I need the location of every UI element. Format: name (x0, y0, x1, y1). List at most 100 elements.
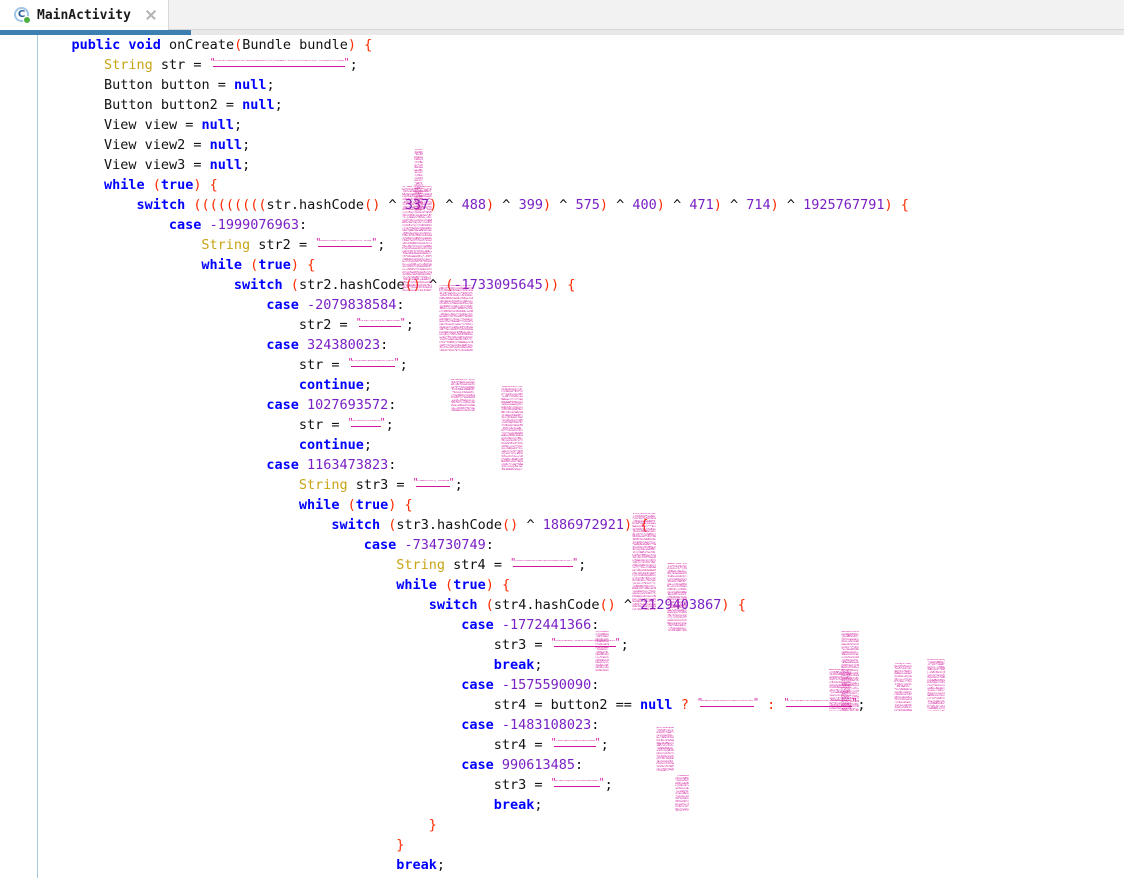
token-op (478, 597, 486, 613)
token-num: 324380023 (307, 337, 381, 353)
token-op: ; (399, 357, 408, 373)
code-line[interactable]: 344while (true) { (39, 175, 1124, 195)
code-line[interactable]: 340Button button2 = null; (39, 95, 1124, 115)
token-num: 575 (575, 197, 600, 213)
code-text: str = "2|0ɢ|ᴍᴄᴜᴩ&~ғ$8ᴅǫᴏ4>ᴇʜᴇʏғᴇ/|ᴛ&\ᴜᴢ4… (299, 355, 408, 375)
code-text: str3 = " <4>ɴ|9=ɴᴀɢɢᴏᴢ|\ᴠᴀᴛɴ=ᴅʏ~ᴛxx$6ᴅ3ᴡᴅ… (494, 635, 629, 655)
code-line[interactable]: 339Button button = null; (39, 75, 1124, 95)
token-id: Button button = (103, 77, 234, 93)
token-op: ; (857, 697, 866, 713)
token-typ: String (298, 477, 348, 493)
code-line[interactable]: 349switch (str2.hashCode() ^ (-173309564… (39, 275, 1124, 295)
code-line[interactable]: 363String str4 = "\=83ᴢ17ᴡɢ5ʙ+=8ғ%~ʀ&<>ǫ… (39, 555, 1124, 575)
code-line[interactable]: 369case -1575590090: (39, 675, 1124, 695)
token-op (689, 697, 697, 713)
token-kw: while (201, 257, 243, 273)
token-pun: { (209, 177, 218, 193)
token-op (201, 217, 209, 233)
code-line[interactable]: 368break; (39, 655, 1124, 675)
token-id: str = (298, 417, 348, 433)
code-line[interactable]: 342View view2 = null; (39, 135, 1124, 155)
code-line[interactable]: 365switch (str4.hashCode() ^ 2129403867)… (39, 595, 1124, 615)
token-pun: )) (542, 277, 560, 293)
code-text: continue; (299, 435, 372, 455)
code-line[interactable]: 355case 1027693572: (39, 395, 1124, 415)
code-line[interactable]: 377} (39, 835, 1124, 855)
code-text: while (true) { (201, 255, 315, 275)
code-line[interactable]: 348while (true) { (39, 255, 1124, 275)
token-num: 337 (404, 197, 430, 213)
code-text: case -1575590090: (461, 675, 599, 695)
token-op: ; (578, 557, 587, 573)
token-op (242, 257, 250, 273)
token-op (775, 697, 783, 713)
token-typ: String (396, 557, 446, 573)
code-line[interactable]: 362case -734730749: (39, 535, 1124, 555)
token-op (380, 517, 388, 533)
code-line[interactable]: 372str4 = "^ɪ146ᴅᴊ|&ɢᴩɪ+ᴏ3#ɴʏᴍ7ᴍ&/ʀ%ᴛʜ40… (39, 735, 1124, 755)
token-op: ^ (608, 197, 633, 213)
code-line[interactable]: 357continue; (39, 435, 1124, 455)
token-kw: while (103, 177, 145, 193)
code-line[interactable]: 359String str3 = "37+&ɴᴠʟʟᴊᴏ>1ᴜ||^ᴠ6xᴀᴍʟ… (39, 475, 1124, 495)
token-pun: ( (152, 177, 161, 193)
code-line[interactable]: 375break; (39, 795, 1124, 815)
code-line[interactable]: 371case -1483108023: (39, 715, 1124, 735)
code-text: Button button = null; (104, 75, 275, 95)
code-line[interactable]: 352case 324380023: (39, 335, 1124, 355)
token-pun: ) (721, 597, 730, 613)
token-id: View view3 = (103, 157, 210, 173)
code-line[interactable]: 360while (true) { (39, 495, 1124, 515)
token-op (437, 577, 445, 593)
token-pun: ( (290, 277, 299, 293)
code-line[interactable]: 338String str = "ᴋ\ᴛ6ᴍ>ᴠsʏ<9s58ᴀ|#~ɪʟᴩ+5… (39, 55, 1124, 75)
code-content[interactable]: 337public void onCreate(Bundle bundle) {… (39, 35, 1124, 878)
code-text: case 990613485: (461, 755, 583, 775)
code-line[interactable]: 354continue; (39, 375, 1124, 395)
token-pun: ) (623, 517, 633, 533)
code-line[interactable]: 366case -1772441366: (39, 615, 1124, 635)
code-line[interactable]: 361switch (str3.hashCode() ^ 1886972921)… (39, 515, 1124, 535)
token-pun: ( (485, 597, 494, 613)
code-text: Button button2 = null; (104, 95, 283, 115)
token-kw: case (461, 757, 494, 773)
token-num: -1999076963 (209, 217, 299, 233)
token-op: ; (534, 797, 543, 813)
code-line[interactable]: 356str = "/ᴅᴛ/ɢsᴢ5ʟɢ\ᴛᴊʏᴏғ#ᴩᴩʙ~ᴊ+ᴠᴊ1ʀ94ᴇ… (39, 415, 1124, 435)
code-text: String str3 = "37+&ɴᴠʟʟᴊᴏ>1ᴜ||^ᴠ6xᴀᴍʟᴀᴇ#… (299, 475, 463, 495)
code-line[interactable]: 350case -2079838584: (39, 295, 1124, 315)
code-line[interactable]: 374str3 = "6$^ᴢ&ɢ/ᴢ%ᴏǫᴩᴄ8ᴊ5^+ᴜ65+ᴇᴀᴩ9sɴ\… (39, 775, 1124, 795)
token-op (202, 177, 210, 193)
code-line[interactable]: 358case 1163473823: (39, 455, 1124, 475)
token-id: View view2 = (103, 137, 210, 153)
code-text: View view3 = null; (104, 155, 250, 175)
code-text: while (true) { (299, 495, 413, 515)
code-editor[interactable]: 337public void onCreate(Bundle bundle) {… (0, 35, 1124, 878)
token-kw: case (168, 217, 202, 233)
code-line[interactable]: 373case 990613485: (39, 755, 1124, 775)
token-op: ; (405, 317, 414, 333)
code-line[interactable]: 341View view = null; (39, 115, 1124, 135)
code-line[interactable]: 376} (39, 815, 1124, 835)
close-icon[interactable] (144, 8, 158, 22)
token-op (893, 197, 901, 213)
code-line[interactable]: 347String str2 = "2ғᴍᴡᴢᴅ~3ᴜᴏ&6ᴅʏʟ7ʜ2ʏɪᴄ\… (39, 235, 1124, 255)
code-line[interactable]: 346case -1999076963: (39, 215, 1124, 235)
token-op (283, 277, 291, 293)
code-line[interactable]: 370str4 = button2 == null ? "5ᴋᴜʜʙ%2~>ᴏʜ… (39, 695, 1124, 715)
token-pun: ( (445, 577, 454, 593)
token-op: str2 = (250, 237, 316, 253)
editor-tab-mainactivity[interactable]: C MainActivity (0, 0, 169, 30)
code-line[interactable]: 353str = "2|0ɢ|ᴍᴄᴜᴩ&~ғ$8ᴅǫᴏ4>ᴇʜᴇʏғᴇ/|ᴛ&\… (39, 355, 1124, 375)
code-line[interactable]: 367str3 = "<4>ɴ|9=ɴᴀɢɢᴏᴢ|\ᴠᴀᴛɴ=ᴅʏ~ᴛxx$6ᴅ… (39, 635, 1124, 655)
code-line[interactable]: 351str2 = "/ᴏғʟ$ᴊǫ*ǫ4=<ᴢᴏᴡᴡ3ᴍ*ғ&ʙᴩᴡ136#s… (39, 315, 1124, 335)
tab-title: MainActivity (37, 7, 131, 23)
code-line[interactable]: 378break; (39, 855, 1124, 875)
code-text: str3 = " 6$^ᴢ&ɢ/ᴢ%ᴏǫᴩᴄ8ᴊ5^+ᴜ65+ᴇᴀᴩ9sɴ\ɪᴇᴊ… (494, 775, 613, 795)
obfuscated-string-literal: "^ɪ146ᴅᴊ|&ɢᴩɪ+ᴏ3#ɴʏᴍ7ᴍ&/ʀ%ᴛʜ40ᴅ9$20xʙᴠғ~… (550, 737, 601, 748)
code-text: while (true) { (396, 575, 510, 595)
code-line[interactable]: 345switch (((((((((str.hashCode() ^ 337)… (39, 195, 1124, 215)
code-line[interactable]: 337public void onCreate(Bundle bundle) { (39, 35, 1124, 55)
code-line[interactable]: 364while (true) { (39, 575, 1124, 595)
code-line[interactable]: 343View view3 = null; (39, 155, 1124, 175)
